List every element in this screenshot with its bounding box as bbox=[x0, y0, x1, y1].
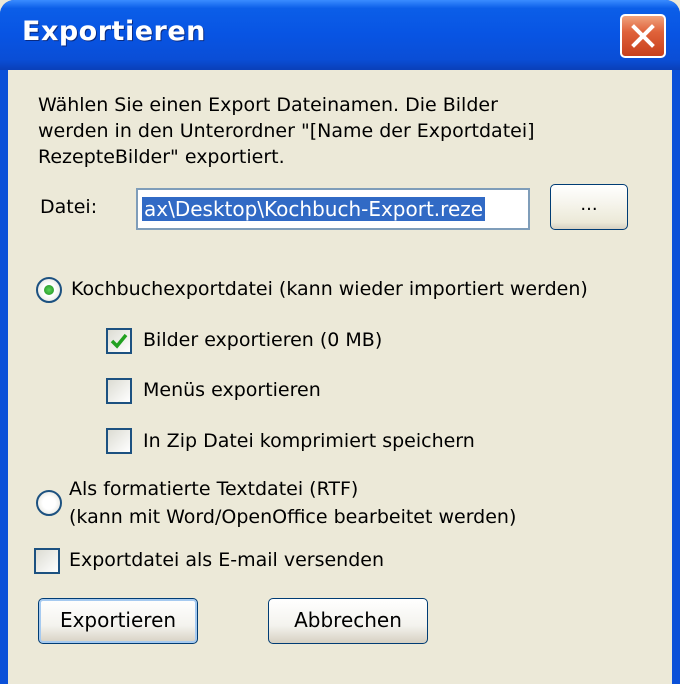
export-button[interactable]: Exportieren bbox=[38, 598, 198, 644]
export-images-checkbox[interactable] bbox=[106, 328, 132, 354]
cookbook-export-label: Kochbuchexportdatei (kann wieder importi… bbox=[71, 278, 588, 300]
browse-button[interactable]: ... bbox=[550, 184, 628, 230]
close-button[interactable] bbox=[620, 14, 666, 58]
export-menus-checkbox[interactable] bbox=[106, 378, 132, 404]
zip-save-checkbox[interactable] bbox=[106, 428, 132, 454]
close-icon bbox=[631, 24, 655, 48]
file-path-value: ax\Desktop\Kochbuch-Export.reze bbox=[142, 197, 486, 221]
send-email-checkbox[interactable] bbox=[34, 548, 60, 574]
file-path-input[interactable]: ax\Desktop\Kochbuch-Export.reze bbox=[136, 188, 530, 230]
rtf-export-label-line1: Als formatierte Textdatei (RTF) bbox=[69, 478, 359, 500]
window-title: Exportieren bbox=[22, 16, 206, 47]
export-menus-label: Menüs exportieren bbox=[143, 379, 321, 401]
intro-text: Wählen Sie einen Export Dateinamen. Die … bbox=[38, 94, 535, 168]
export-images-label: Bilder exportieren (0 MB) bbox=[143, 329, 383, 351]
rtf-export-label-line2: (kann mit Word/OpenOffice bearbeitet wer… bbox=[69, 506, 517, 528]
zip-save-label: In Zip Datei komprimiert speichern bbox=[143, 430, 475, 452]
rtf-export-radio[interactable] bbox=[36, 490, 62, 516]
send-email-label: Exportdatei als E-mail versenden bbox=[69, 549, 384, 571]
checkmark-icon bbox=[110, 333, 128, 349]
cancel-button[interactable]: Abbrechen bbox=[268, 598, 428, 644]
dialog-body: Wählen Sie einen Export Dateinamen. Die … bbox=[8, 70, 672, 684]
file-label: Datei: bbox=[40, 196, 98, 218]
cookbook-export-radio[interactable] bbox=[36, 277, 62, 303]
title-bar[interactable]: Exportieren bbox=[0, 0, 680, 70]
export-dialog: Exportieren Wählen Sie einen Export Date… bbox=[0, 0, 680, 684]
